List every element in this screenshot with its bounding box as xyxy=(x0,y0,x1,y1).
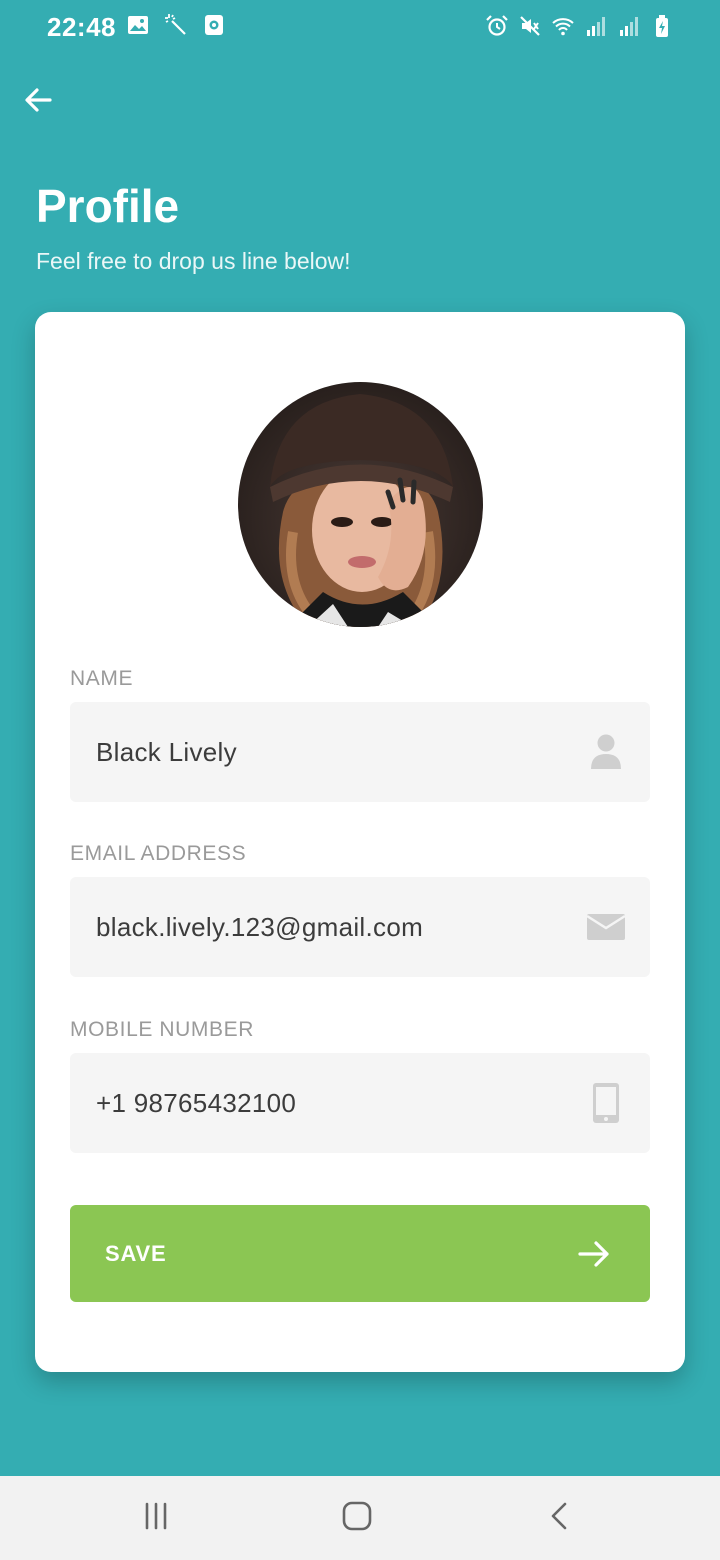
name-label: NAME xyxy=(70,667,134,690)
user-icon xyxy=(586,732,626,772)
phone-icon xyxy=(586,1083,626,1123)
navigation-bar xyxy=(0,1476,720,1560)
mute-icon xyxy=(518,14,542,38)
email-field[interactable]: black.lively.123@gmail.com xyxy=(70,877,650,977)
arrow-right-icon xyxy=(576,1236,612,1272)
email-value[interactable]: black.lively.123@gmail.com xyxy=(96,877,570,977)
save-button-label: SAVE xyxy=(105,1240,167,1266)
screen-record-icon xyxy=(202,13,226,37)
name-value[interactable]: Black Lively xyxy=(96,702,570,802)
page-subtitle: Feel free to drop us line below! xyxy=(36,248,351,274)
signal-icon xyxy=(584,14,608,38)
page-title: Profile xyxy=(36,180,180,232)
gallery-icon xyxy=(126,13,150,37)
wifi-icon xyxy=(551,14,575,38)
avatar[interactable] xyxy=(238,382,483,627)
mail-icon xyxy=(586,907,626,947)
mobile-label: MOBILE NUMBER xyxy=(70,1018,254,1041)
magic-wand-icon xyxy=(164,13,188,37)
save-button[interactable]: SAVE xyxy=(70,1205,650,1302)
battery-charging-icon xyxy=(650,14,674,38)
home-icon xyxy=(341,1500,373,1537)
recents-icon xyxy=(141,1501,171,1536)
status-time: 22:48 xyxy=(47,12,116,42)
arrow-left-icon xyxy=(23,85,53,120)
profile-card: NAME Black Lively EMAIL ADDRESS black.li… xyxy=(35,312,685,1372)
back-nav-icon xyxy=(545,1501,575,1536)
back-nav-button[interactable] xyxy=(540,1498,580,1538)
home-button[interactable] xyxy=(337,1498,377,1538)
email-label: EMAIL ADDRESS xyxy=(70,842,247,865)
mobile-field[interactable]: +1 98765432100 xyxy=(70,1053,650,1153)
back-button[interactable] xyxy=(20,84,56,120)
mobile-value[interactable]: +1 98765432100 xyxy=(96,1053,570,1153)
recents-button[interactable] xyxy=(136,1498,176,1538)
name-field[interactable]: Black Lively xyxy=(70,702,650,802)
signal-icon xyxy=(617,14,641,38)
alarm-icon xyxy=(485,14,509,38)
status-bar: 22:48 xyxy=(0,0,720,56)
